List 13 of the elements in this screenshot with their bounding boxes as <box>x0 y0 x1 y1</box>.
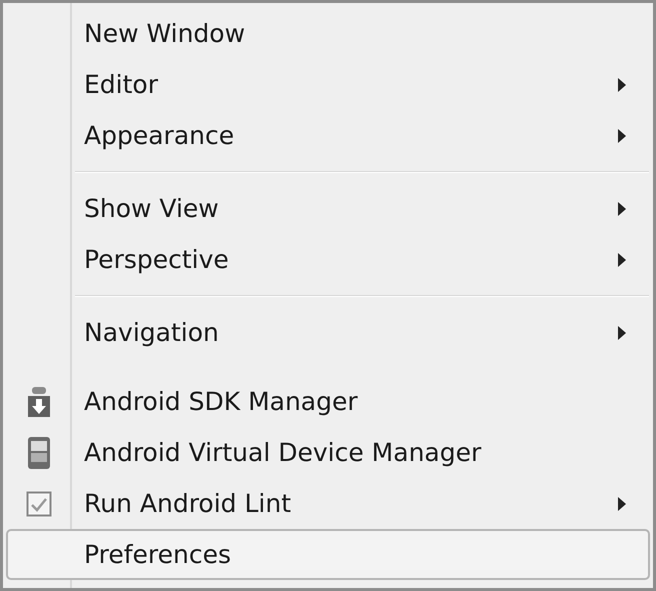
menu-item[interactable]: Preferences <box>6 529 650 580</box>
menu-item[interactable]: Navigation <box>6 307 650 358</box>
menu-item[interactable]: Perspective <box>6 234 650 285</box>
menu-item[interactable]: New Window <box>6 8 650 59</box>
menu-item[interactable]: Android Virtual Device Manager <box>6 427 650 478</box>
menu-item[interactable]: Run Android Lint <box>6 478 650 529</box>
menu-item[interactable]: Android SDK Manager <box>6 376 650 427</box>
menu-item[interactable]: Editor <box>6 59 650 110</box>
download-icon <box>26 386 52 418</box>
menu-item[interactable]: Show View <box>6 183 650 234</box>
device-icon <box>26 436 52 470</box>
checkbox-icon <box>26 490 52 516</box>
menu-item[interactable]: Appearance <box>6 110 650 161</box>
